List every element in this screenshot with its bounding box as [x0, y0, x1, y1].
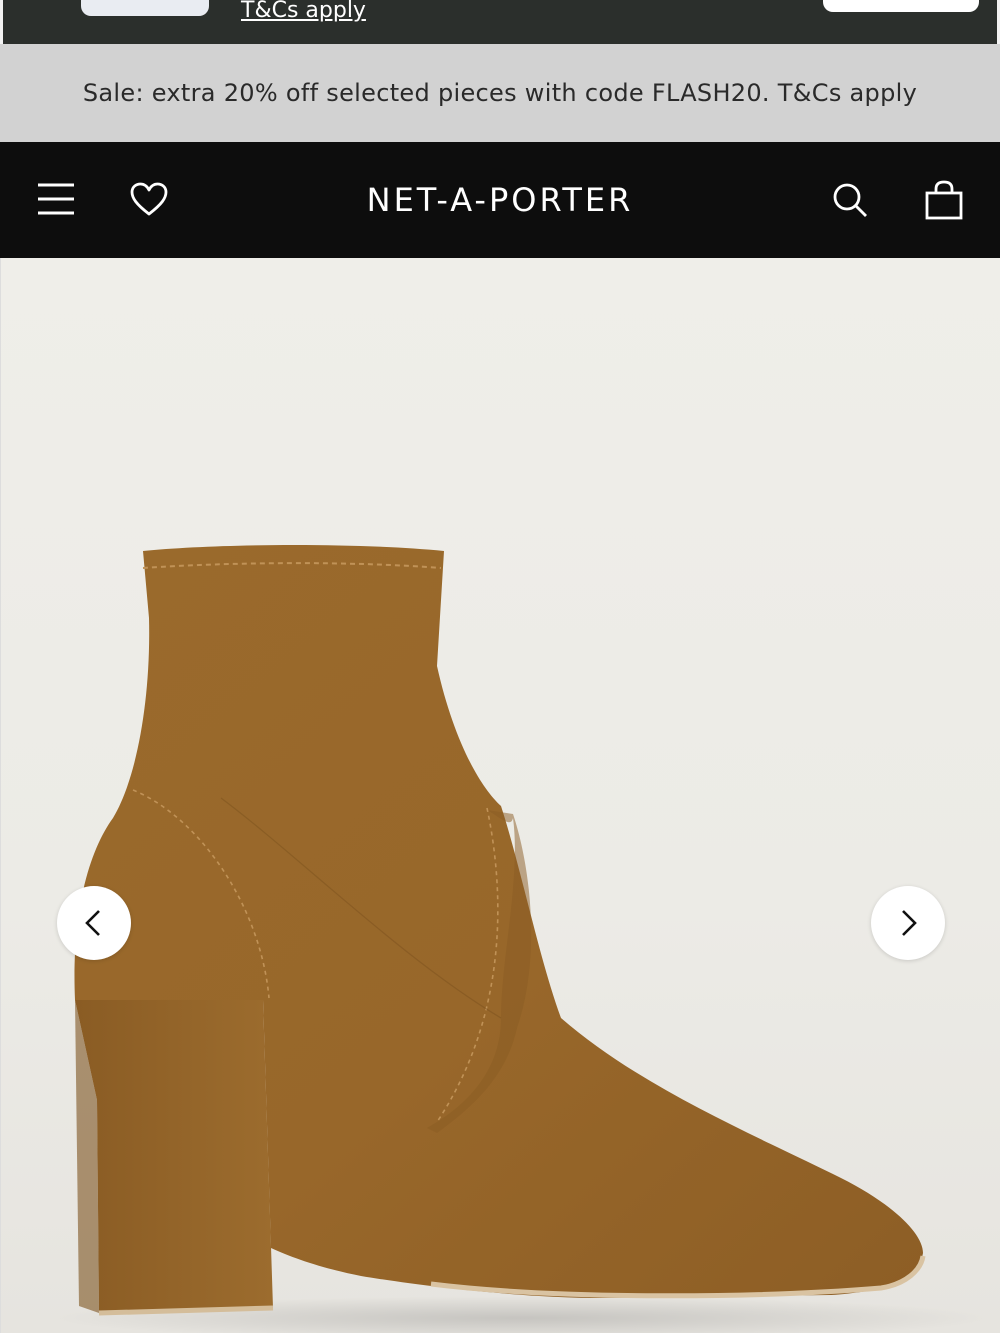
next-image-button[interactable] [871, 886, 945, 960]
site-logo[interactable]: NET-A-PORTER [300, 180, 700, 220]
product-page: T&Cs apply Sale: extra 20% off selected … [0, 0, 1000, 1333]
menu-icon[interactable] [36, 182, 76, 216]
site-header: NET-A-PORTER [0, 142, 1000, 258]
chevron-right-icon [902, 910, 917, 936]
promo-terms-link[interactable]: T&Cs apply [241, 0, 366, 23]
sale-strip[interactable]: Sale: extra 20% off selected pieces with… [0, 44, 1000, 142]
product-image [51, 544, 991, 1333]
heart-icon[interactable] [130, 182, 168, 218]
shopping-bag-icon[interactable] [924, 180, 964, 220]
promo-banner: T&Cs apply [0, 0, 1000, 44]
search-icon[interactable] [832, 182, 868, 218]
promo-banner-button-right[interactable] [823, 0, 979, 12]
sale-strip-text: Sale: extra 20% off selected pieces with… [82, 79, 918, 107]
product-image-gallery[interactable] [0, 258, 1000, 1333]
promo-banner-button-left[interactable] [81, 0, 209, 16]
previous-image-button[interactable] [57, 886, 131, 960]
chevron-left-icon [85, 910, 100, 936]
